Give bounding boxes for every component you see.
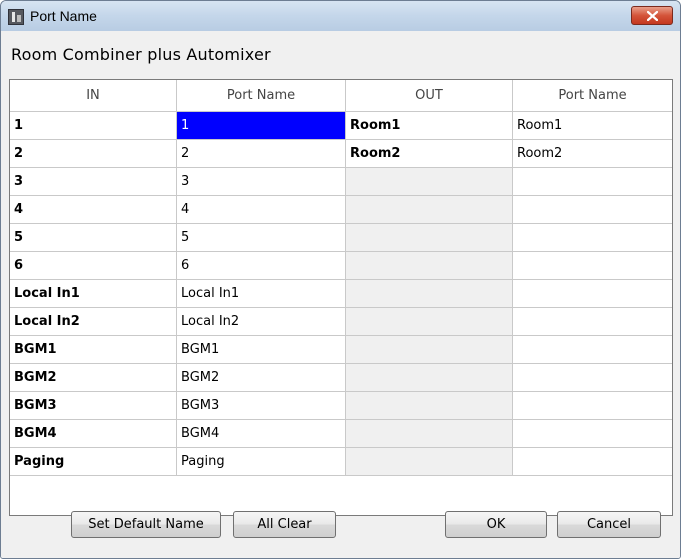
in-port-name-cell[interactable]: 4: [177, 196, 346, 224]
out-port-name-cell[interactable]: [513, 336, 672, 364]
out-cell: [346, 420, 513, 448]
in-port-name-cell[interactable]: Local In1: [177, 280, 346, 308]
out-port-name-cell[interactable]: [513, 168, 672, 196]
column-header-out-port-name: Port Name: [513, 80, 672, 112]
in-cell: 6: [10, 252, 177, 280]
table-row: 33: [10, 168, 672, 196]
table-header: IN Port Name OUT Port Name: [10, 80, 672, 112]
ok-button[interactable]: OK: [445, 511, 547, 538]
in-cell: 4: [10, 196, 177, 224]
in-cell: Local In2: [10, 308, 177, 336]
out-port-name-cell[interactable]: [513, 252, 672, 280]
out-cell: [346, 336, 513, 364]
out-port-name-cell[interactable]: Room1: [513, 112, 672, 140]
dialog-content: Room Combiner plus Automixer IN Port Nam…: [1, 31, 680, 558]
table-row: 2 2 Room2 Room2: [10, 140, 672, 168]
out-port-name-cell[interactable]: Room2: [513, 140, 672, 168]
table-row: BGM4 BGM4: [10, 420, 672, 448]
port-name-table: IN Port Name OUT Port Name 1 1 Room1 Room1 2…: [9, 79, 673, 516]
out-port-name-cell[interactable]: [513, 280, 672, 308]
table-row: 66: [10, 252, 672, 280]
in-cell: Paging: [10, 448, 177, 476]
out-cell: [346, 308, 513, 336]
out-port-name-cell[interactable]: [513, 196, 672, 224]
column-header-out: OUT: [346, 80, 513, 112]
column-header-in-port-name: Port Name: [177, 80, 346, 112]
cancel-button[interactable]: Cancel: [557, 511, 661, 538]
out-port-name-cell[interactable]: [513, 308, 672, 336]
window-title: Port Name: [30, 8, 97, 24]
table-row: Local In1 Local In1: [10, 280, 672, 308]
in-port-name-cell[interactable]: Paging: [177, 448, 346, 476]
in-cell: Local In1: [10, 280, 177, 308]
ok-label: OK: [486, 517, 506, 532]
out-cell: [346, 168, 513, 196]
out-cell: Room2: [346, 140, 513, 168]
in-cell: BGM4: [10, 420, 177, 448]
set-default-name-button[interactable]: Set Default Name: [71, 511, 221, 538]
in-port-name-cell[interactable]: BGM1: [177, 336, 346, 364]
app-icon: [8, 9, 24, 25]
in-cell: 5: [10, 224, 177, 252]
out-cell: [346, 224, 513, 252]
table-row: 55: [10, 224, 672, 252]
out-port-name-cell[interactable]: [513, 392, 672, 420]
in-port-name-cell[interactable]: 6: [177, 252, 346, 280]
out-port-name-cell[interactable]: [513, 448, 672, 476]
port-name-dialog: Port Name Room Combiner plus Automixer I…: [0, 0, 681, 559]
out-cell: [346, 448, 513, 476]
out-port-name-cell[interactable]: [513, 364, 672, 392]
table-row: Paging Paging: [10, 448, 672, 476]
table-row: BGM3 BGM3: [10, 392, 672, 420]
out-cell: [346, 392, 513, 420]
set-default-name-label: Set Default Name: [88, 517, 204, 532]
out-cell: [346, 252, 513, 280]
close-button[interactable]: [631, 6, 673, 25]
out-cell: [346, 280, 513, 308]
cancel-label: Cancel: [586, 517, 632, 532]
table-row: 1 1 Room1 Room1: [10, 112, 672, 140]
all-clear-label: All Clear: [257, 517, 312, 532]
table-row: Local In2 Local In2: [10, 308, 672, 336]
table-row: BGM1 BGM1: [10, 336, 672, 364]
component-heading: Room Combiner plus Automixer: [11, 45, 271, 64]
table-row: 44: [10, 196, 672, 224]
close-icon: [647, 11, 658, 21]
in-cell: 3: [10, 168, 177, 196]
table-row: BGM2 BGM2: [10, 364, 672, 392]
out-cell: [346, 364, 513, 392]
all-clear-button[interactable]: All Clear: [233, 511, 336, 538]
in-port-name-cell[interactable]: 1: [177, 112, 346, 140]
in-cell: BGM3: [10, 392, 177, 420]
in-cell: 1: [10, 112, 177, 140]
out-cell: [346, 196, 513, 224]
in-port-name-cell[interactable]: 3: [177, 168, 346, 196]
out-port-name-cell[interactable]: [513, 224, 672, 252]
in-port-name-cell[interactable]: BGM2: [177, 364, 346, 392]
in-port-name-cell[interactable]: Local In2: [177, 308, 346, 336]
in-cell: BGM1: [10, 336, 177, 364]
in-port-name-cell[interactable]: BGM3: [177, 392, 346, 420]
in-cell: BGM2: [10, 364, 177, 392]
in-port-name-cell[interactable]: 2: [177, 140, 346, 168]
in-port-name-cell[interactable]: BGM4: [177, 420, 346, 448]
out-cell: Room1: [346, 112, 513, 140]
out-port-name-cell[interactable]: [513, 420, 672, 448]
in-cell: 2: [10, 140, 177, 168]
title-bar[interactable]: Port Name: [1, 1, 680, 31]
column-header-in: IN: [10, 80, 177, 112]
in-port-name-cell[interactable]: 5: [177, 224, 346, 252]
